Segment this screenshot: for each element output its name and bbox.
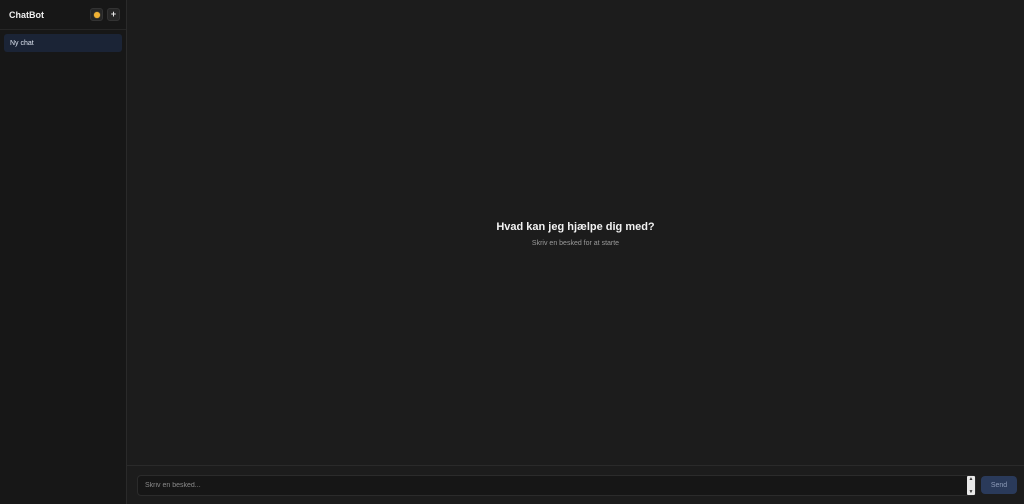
new-chat-button[interactable]: + (107, 8, 120, 21)
main-panel: Hvad kan jeg hjælpe dig med? Skriv en be… (127, 0, 1024, 504)
sun-icon (93, 11, 100, 18)
theme-toggle-button[interactable] (90, 8, 103, 21)
sidebar: ChatBot + Ny chat (0, 0, 127, 504)
messages-area: Hvad kan jeg hjælpe dig med? Skriv en be… (127, 0, 1024, 465)
send-button[interactable]: Send (981, 476, 1017, 494)
composer: ▲ ▼ Send (127, 465, 1024, 504)
chat-item-label: Ny chat (10, 39, 34, 47)
message-input-wrapper: ▲ ▼ (137, 474, 976, 496)
message-input[interactable] (138, 474, 967, 496)
welcome-subtitle: Skriv en besked for at starte (531, 239, 620, 247)
chat-list-item[interactable]: Ny chat (4, 34, 122, 52)
app-title: ChatBot (9, 9, 44, 20)
sidebar-header: ChatBot + (0, 0, 126, 30)
scroll-down-icon[interactable]: ▼ (969, 489, 974, 495)
chat-list: Ny chat (0, 30, 126, 56)
app-root: ChatBot + Ny chat Hvad kan jeg hjælpe di… (0, 0, 1024, 504)
welcome-title: Hvad kan jeg hjælpe dig med? (496, 220, 655, 233)
input-scrollbar[interactable]: ▲ ▼ (967, 475, 975, 495)
plus-icon: + (110, 9, 117, 19)
scroll-up-icon[interactable]: ▲ (969, 476, 974, 482)
